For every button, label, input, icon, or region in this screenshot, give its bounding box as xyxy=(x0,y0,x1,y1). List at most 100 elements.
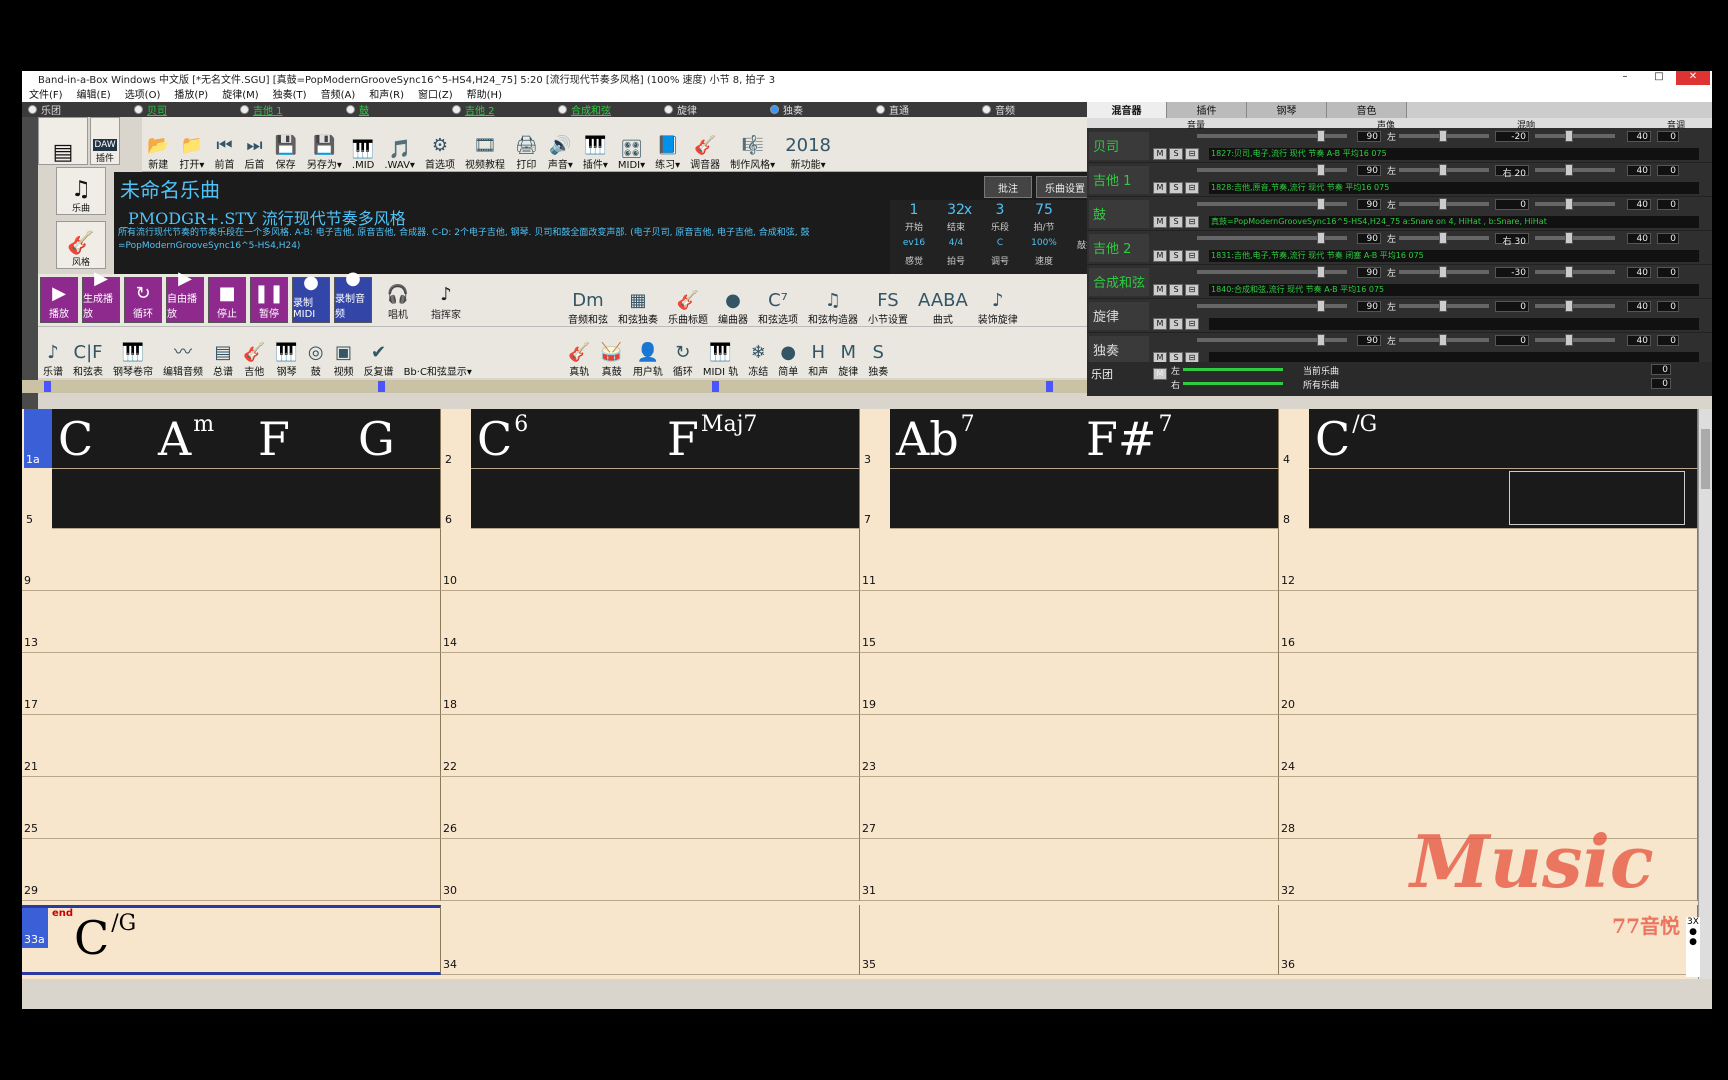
track-radio-0[interactable]: 乐团 xyxy=(22,102,128,117)
key-value[interactable]: C xyxy=(980,238,1020,248)
track-button-9[interactable]: S 独奏 xyxy=(868,328,888,379)
track-radio-6[interactable]: 旋律 xyxy=(658,102,764,117)
reverb-value[interactable]: 40 xyxy=(1627,233,1651,244)
view-button-3[interactable]: 〰编辑音频 xyxy=(163,328,203,379)
pan-knob[interactable] xyxy=(1439,266,1447,278)
daw-plugin-button[interactable]: DAW 插件 xyxy=(90,117,120,165)
volume-value[interactable]: 90 xyxy=(1357,165,1381,176)
view-button-8[interactable]: ▣ 视频 xyxy=(334,328,354,379)
all-songs-value[interactable]: 0 xyxy=(1651,378,1671,389)
tool-button-8[interactable]: ♪ 装饰旋律 xyxy=(978,276,1018,327)
solo-button[interactable]: S xyxy=(1169,148,1183,160)
transport-button-3[interactable]: ▶ 自由播放 xyxy=(166,268,204,323)
pan-knob[interactable] xyxy=(1439,198,1447,210)
file-button-15[interactable]: 🎸 调音器 xyxy=(690,121,720,172)
file-button-5[interactable]: 💾 另存为▾ xyxy=(307,121,342,172)
song-settings-button[interactable]: 乐曲设置 xyxy=(1036,176,1094,198)
reverb-slider[interactable] xyxy=(1535,270,1615,274)
chord-bar[interactable]: 18 xyxy=(441,653,860,715)
track-radio-5[interactable]: 合成和弦 xyxy=(552,102,658,117)
solo-button[interactable]: S xyxy=(1169,250,1183,262)
volume-knob[interactable] xyxy=(1317,130,1325,142)
chord-bar[interactable]: 12 xyxy=(1279,529,1698,591)
pan-value[interactable]: 0 xyxy=(1495,199,1529,210)
mixer-tab-3[interactable]: 音色 xyxy=(1327,102,1407,118)
volume-knob[interactable] xyxy=(1317,300,1325,312)
reverb-value[interactable]: 40 xyxy=(1627,165,1651,176)
pan-value[interactable]: 右 20 xyxy=(1495,165,1529,179)
feel-value[interactable]: ev16 xyxy=(894,238,934,248)
track-button-1[interactable]: 🥁 真鼓 xyxy=(600,328,622,379)
pan-knob[interactable] xyxy=(1439,164,1447,176)
current-song-value[interactable]: 0 xyxy=(1651,364,1671,375)
menu-item[interactable]: 编辑(E) xyxy=(70,86,118,101)
timeline-marker[interactable] xyxy=(378,381,385,392)
view-button-6[interactable]: 🎹 钢琴 xyxy=(275,328,297,379)
reverb-slider[interactable] xyxy=(1535,202,1615,206)
reverb-value[interactable]: 40 xyxy=(1627,301,1651,312)
mute-button[interactable]: M xyxy=(1153,216,1167,228)
reverb-slider[interactable] xyxy=(1535,236,1615,240)
reverb-knob[interactable] xyxy=(1565,198,1573,210)
file-button-0[interactable]: 📂 新建 xyxy=(147,121,169,172)
volume-value[interactable]: 90 xyxy=(1357,131,1381,142)
chord-bar[interactable]: 14 xyxy=(441,591,860,653)
reverb-value[interactable]: 40 xyxy=(1627,335,1651,346)
options-button[interactable]: ⊟ xyxy=(1185,216,1199,228)
tool-button-4[interactable]: C⁷ 和弦选项 xyxy=(758,276,798,327)
minimize-button[interactable]: – xyxy=(1608,71,1642,85)
chord-symbol[interactable]: C/G xyxy=(74,910,136,966)
tone-value[interactable]: 0 xyxy=(1657,301,1679,312)
tool-button-7[interactable]: AABA 曲式 xyxy=(918,276,968,327)
timeline-marker[interactable] xyxy=(44,381,51,392)
chord-symbol[interactable]: F xyxy=(258,411,292,467)
track-button-2[interactable]: 👤 用户轨 xyxy=(633,328,663,379)
chord-bar[interactable]: 24 xyxy=(1279,715,1698,777)
reverb-knob[interactable] xyxy=(1565,300,1573,312)
volume-value[interactable]: 90 xyxy=(1357,335,1381,346)
chord-bar[interactable]: 21 xyxy=(22,715,441,777)
chord-bar[interactable]: 30 xyxy=(441,839,860,901)
file-button-10[interactable]: 🖨 打印 xyxy=(515,121,538,172)
transport-button-7[interactable]: ● 录制音频 xyxy=(334,268,372,323)
chord-symbol[interactable]: F#7 xyxy=(1086,411,1172,467)
file-button-4[interactable]: 💾 保存 xyxy=(274,121,296,172)
choruses-value[interactable]: 3 xyxy=(980,202,1020,218)
track-patch-info[interactable]: 1831:吉他,电子,节奏,流行 现代 节奏 闭塞 A-B 平均16 075 xyxy=(1209,250,1699,262)
chord-bar[interactable]: 3 Ab7 F#7 xyxy=(862,409,1279,469)
file-button-11[interactable]: 🔊 声音▾ xyxy=(548,121,573,172)
tone-value[interactable]: 0 xyxy=(1657,267,1679,278)
chord-symbol[interactable]: C/G xyxy=(1315,411,1377,467)
track-radio-8[interactable]: 直通 xyxy=(870,102,976,117)
chord-bar[interactable]: 22 xyxy=(441,715,860,777)
view-button-2[interactable]: 🎹 钢琴卷帘 xyxy=(113,328,153,379)
view-button-7[interactable]: ◎ 鼓 xyxy=(308,328,324,379)
reverb-slider[interactable] xyxy=(1535,338,1615,342)
file-button-3[interactable]: ⏭ 后首 xyxy=(244,121,264,172)
transport-button-9[interactable]: ♪ 指挥家 xyxy=(424,277,468,323)
chord-symbol[interactable]: C xyxy=(58,411,95,467)
pan-value[interactable]: 0 xyxy=(1495,335,1529,346)
chord-bar[interactable]: 8 xyxy=(1281,469,1698,529)
chord-symbol[interactable]: Am xyxy=(158,411,214,467)
reverb-value[interactable]: 40 xyxy=(1627,131,1651,142)
track-patch-info[interactable]: 1840:合成和弦,流行 现代 节奏 A-B 平均16 075 xyxy=(1209,284,1699,296)
chord-bar[interactable]: 15 xyxy=(860,591,1279,653)
tempo-value[interactable]: 75 xyxy=(1024,202,1064,218)
chord-bar[interactable]: 9 xyxy=(22,529,441,591)
track-radio-4[interactable]: 吉他 2 xyxy=(446,102,552,117)
menu-item[interactable]: 和声(R) xyxy=(362,86,411,101)
menu-item[interactable]: 帮助(H) xyxy=(460,86,509,101)
chord-bar[interactable]: 7 xyxy=(862,469,1279,529)
timesig-value[interactable]: 4/4 xyxy=(936,238,976,248)
chord-bar[interactable]: 25 xyxy=(22,777,441,839)
tool-button-0[interactable]: Dm 音频和弦 xyxy=(568,276,608,327)
reverb-knob[interactable] xyxy=(1565,232,1573,244)
solo-button[interactable]: S xyxy=(1169,284,1183,296)
chord-symbol[interactable]: Ab7 xyxy=(896,411,975,467)
maximize-button[interactable]: □ xyxy=(1642,71,1676,85)
reverb-knob[interactable] xyxy=(1565,130,1573,142)
file-button-1[interactable]: 📁 打开▾ xyxy=(179,121,204,172)
chord-bar[interactable]: 26 xyxy=(441,777,860,839)
pan-knob[interactable] xyxy=(1439,300,1447,312)
